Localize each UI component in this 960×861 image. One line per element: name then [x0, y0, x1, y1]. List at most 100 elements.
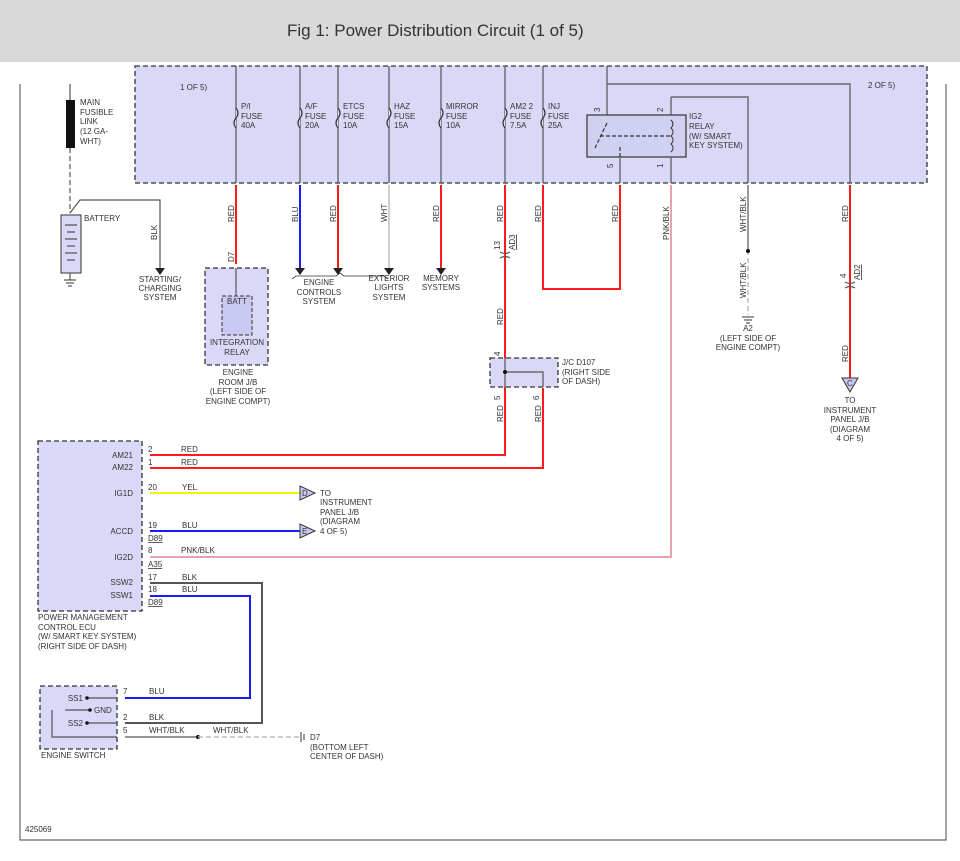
- battery: BATTERY: [60, 214, 121, 287]
- diagram-label: MEMORY: [423, 274, 460, 283]
- diagram-label: GND: [94, 706, 112, 715]
- ecu-pin-name: IG2D: [114, 553, 133, 562]
- fusible-link-label: MAIN FUSIBLE LINK (12 GA- WHT): [80, 98, 113, 146]
- diagram-label: SYSTEMS: [422, 283, 460, 292]
- diagram-label: (LEFT SIDE OF: [720, 334, 776, 343]
- fuse-label: FUSE: [241, 112, 262, 121]
- figure-id: 425069: [25, 825, 52, 834]
- wiring-diagram: 1 OF 5) 2 OF 5) P/IFUSE40A A/FFUSE20A ET…: [19, 65, 947, 841]
- main-fusible-link: [66, 100, 75, 148]
- fuse-label: FUSE: [305, 112, 326, 121]
- diagram-label: TO: [320, 489, 331, 498]
- diagram-label: WHT/BLK: [739, 262, 748, 298]
- relay-label: KEY SYSTEM): [689, 141, 743, 150]
- diagram-label: SS2: [68, 719, 84, 728]
- diagram-label: RED: [496, 405, 505, 422]
- diagram-label: D7: [310, 733, 321, 742]
- diagram-label: (LEFT SIDE OF: [210, 387, 266, 396]
- diagram-label: 5: [493, 395, 502, 400]
- ecu-pin-name: AM22: [112, 463, 133, 472]
- fuse-name: INJ: [548, 102, 560, 111]
- starting-charging-label: STARTING/ CHARGING SYSTEM: [138, 275, 181, 302]
- integration-relay: D7 BATT INTEGRATION RELAY ENGINE ROOM J/…: [204, 251, 271, 406]
- diagram-label: ENGINE: [223, 368, 254, 377]
- ip-jb-marker-c: C TO INSTRUMENT PANEL J/B (DIAGRAM 4 OF …: [824, 377, 877, 443]
- diagram-label: (RIGHT SIDE OF DASH): [38, 642, 127, 651]
- diagram-label: YEL: [182, 483, 198, 492]
- diagram-label: 18: [148, 585, 157, 594]
- diagram-label: (DIAGRAM: [320, 517, 360, 526]
- diagram-label: BLU: [182, 585, 198, 594]
- diagram-label: INTEGRATION: [210, 338, 264, 347]
- diagram-label: 4 OF 5): [320, 527, 347, 536]
- diagram-label: (12 GA-: [80, 127, 108, 136]
- diagram-label: SYSTEM: [373, 293, 406, 302]
- fuse-label: FUSE: [394, 112, 415, 121]
- ground-icon: [742, 316, 754, 324]
- diagram-label: EXTERIOR: [369, 274, 410, 283]
- wire-red-am21: [150, 185, 506, 456]
- relay-label: RELAY: [689, 122, 715, 131]
- diagram-label: 5: [123, 726, 128, 735]
- diagram-label: D7: [227, 251, 236, 262]
- relay-label: (W/ SMART: [689, 132, 732, 141]
- diagram-label: OF DASH): [562, 377, 601, 386]
- diagram-label: D89: [148, 534, 163, 543]
- diagram-label: 17: [148, 573, 157, 582]
- diagram-label: POWER MANAGEMENT: [38, 613, 128, 622]
- diagram-label: CHARGING: [138, 284, 181, 293]
- diagram-label: A2: [743, 324, 753, 333]
- connector-pin: 13: [493, 241, 502, 250]
- fuse-rating: 7.5A: [510, 121, 527, 130]
- diagram-label: 19: [148, 521, 157, 530]
- battery-label: BATTERY: [84, 214, 121, 223]
- diagram-label: PNK/BLK: [181, 546, 215, 555]
- diagram-label: RED: [329, 205, 338, 222]
- diagram-label: 2: [123, 713, 128, 722]
- diagram-label: WHT/BLK: [739, 196, 748, 232]
- diagram-label: 20: [148, 483, 157, 492]
- diagram-label: INSTRUMENT: [824, 406, 877, 415]
- diagram-label: BLU: [291, 206, 300, 222]
- diagram-label: RED: [841, 205, 850, 222]
- destination-labels: ENGINE CONTROLS SYSTEM EXTERIOR LIGHTS S…: [297, 274, 781, 352]
- fuse-rating: 10A: [446, 121, 461, 130]
- diagram-label: RED: [496, 308, 505, 325]
- ip-jb-markers: D E TO INSTRUMENT PANEL J/B (DIAGRAM 4 O…: [299, 485, 373, 539]
- relay-pin: 3: [593, 107, 602, 112]
- diagram-label: D89: [148, 598, 163, 607]
- diagram-label: MAIN: [80, 98, 100, 107]
- diagram-label: C: [847, 379, 853, 388]
- diagram-label: ROOM J/B: [219, 378, 258, 387]
- diagram-label: RELAY: [224, 348, 250, 357]
- diagram-label: 8: [148, 546, 153, 555]
- relay-label: IG2: [689, 112, 702, 121]
- diagram-label: 7: [123, 687, 128, 696]
- diagram-label: RED: [534, 205, 543, 222]
- diagram-label: 4 OF 5): [836, 434, 863, 443]
- ecu-pin-name: AM21: [112, 451, 133, 460]
- diagram-label: BLU: [182, 521, 198, 530]
- diagram-label: (RIGHT SIDE: [562, 368, 610, 377]
- wire-blu-ssw1: [125, 595, 251, 699]
- diagram-label: BLU: [149, 687, 165, 696]
- diagram-label: ENGINE COMPT): [206, 397, 271, 406]
- fuse-name: ETCS: [343, 102, 364, 111]
- diagram-label: 1: [148, 458, 153, 467]
- ecu-pin-name: SSW2: [110, 578, 133, 587]
- page-ref-right: 2 OF 5): [868, 81, 895, 90]
- fuse-rating: 15A: [394, 121, 409, 130]
- diagram-label: TO: [845, 396, 856, 405]
- diagram-label: RED: [227, 205, 236, 222]
- diagram-label: PANEL J/B: [830, 415, 869, 424]
- diagram-label: D: [302, 489, 308, 498]
- fuse-name: MIRROR: [446, 102, 479, 111]
- diagram-label: RED: [534, 405, 543, 422]
- diagram-label: PANEL J/B: [320, 508, 359, 517]
- relay-pin: 2: [656, 107, 665, 112]
- diagram-label: SYSTEM: [144, 293, 177, 302]
- diagram-label: BLK: [149, 713, 165, 722]
- diagram-label: SS1: [68, 694, 84, 703]
- diagram-label: RED: [181, 445, 198, 454]
- engine-switch-ground-label: D7 (BOTTOM LEFT CENTER OF DASH): [310, 733, 384, 761]
